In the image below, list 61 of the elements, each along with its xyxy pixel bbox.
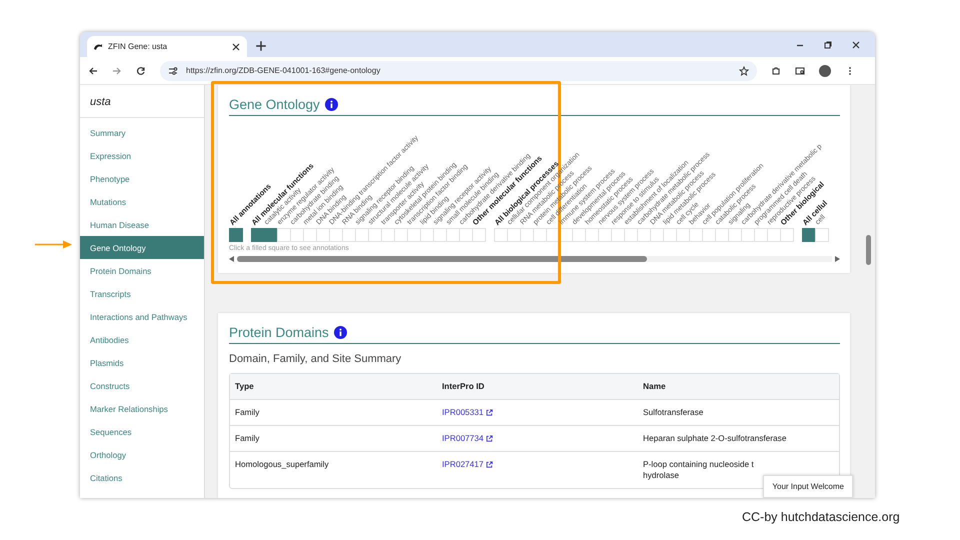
sidebar-item[interactable]: Constructs <box>80 374 204 397</box>
gene-name: usta <box>80 85 204 118</box>
tab-title: ZFIN Gene: usta <box>108 42 168 51</box>
url-text: https://zfin.org/ZDB-GENE-041001-163#gene-ontology <box>186 66 382 75</box>
table-cell-text: Homologous_superfamily <box>234 458 330 471</box>
plus-icon[interactable] <box>255 40 267 52</box>
section-title: Gene Ontology <box>229 97 320 112</box>
restore-icon[interactable] <box>823 40 833 50</box>
sidebar-item[interactable]: Antibodies <box>80 328 204 351</box>
table-cell: P-loop containing nucleoside t hydrolase <box>643 459 754 481</box>
scroll-right-icon[interactable] <box>835 256 840 262</box>
table-cell: Sulfotransferase <box>643 407 704 418</box>
table-cell-text: Family <box>234 432 260 445</box>
sidebar-item[interactable]: Gene Ontology <box>80 236 204 259</box>
sidebar-item[interactable]: Mutations <box>80 190 204 213</box>
external-link-icon <box>486 461 493 468</box>
back-arrow-icon[interactable] <box>88 66 98 76</box>
star-icon[interactable] <box>739 66 749 76</box>
reading-list-icon[interactable] <box>795 66 805 76</box>
column-header: Type <box>234 380 255 393</box>
forward-arrow-icon[interactable] <box>112 66 122 76</box>
sidebar-item[interactable]: Transcripts <box>80 282 204 305</box>
close-icon[interactable] <box>851 40 861 50</box>
sidebar-item[interactable]: Interactions and Pathways <box>80 305 204 328</box>
close-icon[interactable] <box>231 42 241 52</box>
sidebar-item[interactable]: Plasmids <box>80 351 204 374</box>
sidebar-item[interactable]: Human Disease <box>80 213 204 236</box>
reload-icon[interactable] <box>136 66 146 76</box>
sidebar-item[interactable]: Phenotype <box>80 167 204 190</box>
scroll-left-icon[interactable] <box>229 256 234 262</box>
external-link-icon <box>486 435 493 442</box>
column-header: InterPro ID <box>441 380 486 393</box>
arrow-icon <box>35 239 73 250</box>
table-cell: Heparan sulphate 2-O-sulfotransferase <box>643 433 786 444</box>
annotation-square[interactable] <box>264 228 278 242</box>
annotation-square[interactable] <box>802 228 816 242</box>
credit-text: CC-by hutchdatascience.org <box>742 510 900 524</box>
info-icon[interactable] <box>324 98 338 111</box>
sidebar-item[interactable]: Sequences <box>80 420 204 443</box>
sidebar-item[interactable]: Marker Relationships <box>80 397 204 420</box>
interpro-link[interactable]: IPR005331 <box>442 407 633 418</box>
table-cell-text: Family <box>234 406 260 419</box>
avatar-circle[interactable] <box>819 64 831 76</box>
sliders-icon[interactable] <box>168 66 178 76</box>
external-link-icon <box>486 409 493 416</box>
sidebar-item[interactable]: Orthology <box>80 443 204 466</box>
info-icon[interactable] <box>334 326 347 339</box>
sidebar-item[interactable]: Protein Domains <box>80 259 204 282</box>
column-header: Name <box>642 380 667 393</box>
sidebar-item[interactable]: Summary <box>80 121 204 144</box>
interpro-link[interactable]: IPR007734 <box>442 433 633 444</box>
scrollbar-thumb[interactable] <box>866 235 871 265</box>
feedback-button[interactable]: Your Input Welcome <box>763 475 853 498</box>
scrollbar-thumb[interactable] <box>237 256 647 262</box>
interpro-link[interactable]: IPR027417 <box>442 459 633 470</box>
sidebar-item[interactable]: Expression <box>80 144 204 167</box>
table-caption: Domain, Family, and Site Summary <box>229 353 402 365</box>
browser-tab[interactable]: ZFIN Gene: usta <box>87 36 247 57</box>
address-bar[interactable]: https://zfin.org/ZDB-GENE-041001-163#gene-ontology <box>160 60 757 80</box>
section-title: Protein Domains <box>229 325 329 340</box>
sidebar-item[interactable]: Citations <box>80 466 204 489</box>
